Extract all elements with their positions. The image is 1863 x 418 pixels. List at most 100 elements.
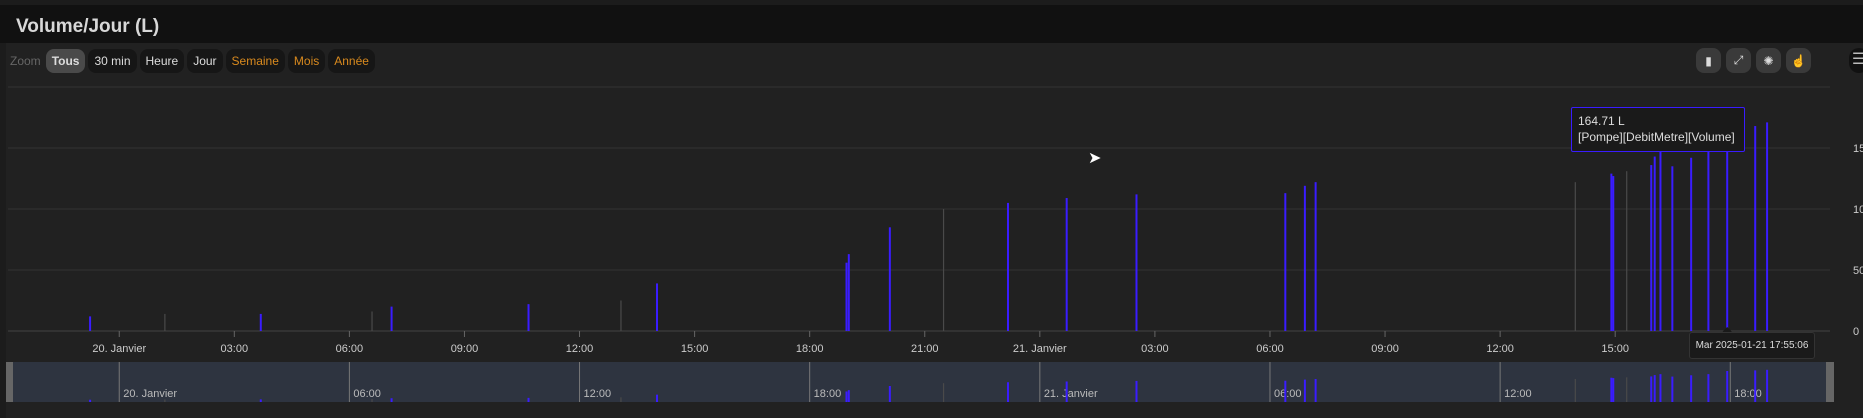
navigator-tick-label: 20. Janvier — [123, 388, 177, 400]
navigator-bar — [1610, 377, 1613, 402]
bar — [1650, 165, 1653, 331]
bar — [1690, 157, 1693, 331]
bar — [1707, 150, 1710, 331]
x-tick-label: 03:00 — [221, 343, 249, 355]
navigator-bar — [1006, 382, 1009, 402]
navigator-bar — [1612, 378, 1615, 402]
sun-icon[interactable]: ✺ — [1756, 48, 1781, 73]
bar — [1653, 156, 1656, 331]
x-tick-label: 15:00 — [1601, 343, 1629, 355]
ruler-icon[interactable]: ▮ — [1696, 48, 1721, 73]
x-tick-label: 03:00 — [1141, 343, 1169, 355]
bar — [1766, 122, 1769, 331]
navigator-bar — [847, 390, 850, 402]
zoom-bar: Zoom Tous 30 min Heure Jour Semaine Mois Année — [10, 49, 375, 73]
navigator-tick-label: 06:00 — [1274, 388, 1302, 400]
navigator-bar — [1754, 370, 1757, 402]
navigator-tick-label: 12:00 — [584, 388, 612, 400]
zoom-button-année[interactable]: Année — [328, 49, 375, 73]
x-tick-label: 21:00 — [911, 343, 939, 355]
bar — [1610, 173, 1613, 331]
navigator-bar — [390, 398, 393, 402]
x-tick-label: 15:00 — [681, 343, 709, 355]
navigator-bar — [942, 383, 945, 402]
navigator — [8, 362, 1832, 402]
y-tick-label: 0 L — [1853, 326, 1863, 338]
zoom-label: Zoom — [10, 54, 41, 68]
bar — [1726, 130, 1729, 331]
tooltip-value: 164.71 L — [1578, 114, 1625, 128]
navigator-handle-left[interactable] — [6, 362, 13, 402]
x-tick-label: 18:00 — [796, 343, 824, 355]
navigator-bar — [164, 399, 166, 402]
navigator-tick-label: 21. Janvier — [1044, 388, 1098, 400]
menu-icon[interactable]: ☰ — [1849, 48, 1863, 73]
navigator-tick-label: 06:00 — [353, 388, 381, 400]
navigator-bar — [1671, 376, 1674, 402]
bar — [888, 227, 891, 331]
bar — [371, 311, 373, 331]
zoom-button-semaine[interactable]: Semaine — [225, 49, 285, 73]
navigator-bar — [1626, 377, 1628, 402]
bar — [847, 254, 850, 331]
bar — [942, 209, 945, 331]
bar — [1006, 202, 1009, 331]
navigator-tick-label: 18:00 — [814, 388, 842, 400]
bar — [164, 313, 166, 331]
bar — [1754, 126, 1757, 331]
bar — [1574, 182, 1576, 331]
navigator-bar — [1574, 379, 1576, 402]
tooltip-series: [Pompe][DebitMetre][Volume] — [1578, 130, 1735, 144]
bar — [1065, 198, 1068, 331]
bar — [1626, 171, 1628, 331]
navigator-tick-label: 12:00 — [1504, 388, 1532, 400]
bar — [1671, 166, 1674, 331]
x-tick-label: 12:00 — [566, 343, 594, 355]
bar — [89, 316, 92, 331]
navigator-bar — [1766, 369, 1769, 402]
compress-icon[interactable]: ⤢ — [1726, 48, 1751, 73]
crosshair-label: Mar 2025-01-21 17:55:06 — [1689, 332, 1815, 359]
navigator-bar — [656, 394, 659, 402]
mouse-cursor-icon: ➤ — [1088, 150, 1102, 167]
hand-pointer-icon[interactable]: ☝ — [1786, 48, 1811, 73]
zoom-button-mois[interactable]: Mois — [287, 49, 326, 73]
bar — [1659, 150, 1662, 331]
navigator-bar — [1690, 375, 1693, 402]
navigator-bar — [1303, 379, 1306, 402]
y-tick-label: 100 — [1853, 204, 1863, 216]
navigator-bar — [845, 391, 848, 402]
navigator-bar — [1726, 370, 1729, 402]
navigator-bar — [259, 399, 262, 402]
bar — [1612, 176, 1615, 331]
y-tick-label: 50 — [1853, 265, 1863, 277]
navigator-bar — [1065, 381, 1068, 402]
bar — [390, 306, 393, 331]
navigator-bar — [1650, 376, 1653, 402]
bar — [1135, 194, 1138, 331]
zoom-button-jour[interactable]: Jour — [187, 49, 223, 73]
bar — [845, 262, 848, 331]
zoom-button-30-min[interactable]: 30 min — [88, 49, 137, 73]
bar — [1303, 185, 1306, 331]
navigator-bar — [527, 397, 530, 402]
x-tick-label: 06:00 — [1256, 343, 1284, 355]
navigator-bar — [1659, 374, 1662, 402]
zoom-button-tous[interactable]: Tous — [45, 49, 86, 73]
navigator-bar — [371, 398, 373, 402]
bar — [259, 313, 262, 331]
navigator-bar — [1314, 379, 1317, 402]
bar — [1314, 182, 1317, 331]
chart-toolbar: ▮ ⤢ ✺ ☝ — [1696, 48, 1811, 73]
zoom-button-heure[interactable]: Heure — [139, 49, 185, 73]
x-tick-label: 09:00 — [1371, 343, 1399, 355]
navigator-bar — [620, 397, 622, 402]
bar — [527, 304, 530, 331]
x-tick-label: 21. Janvier — [1013, 343, 1067, 355]
navigator-handle-right[interactable] — [1826, 362, 1834, 402]
bar — [656, 283, 659, 331]
navigator-bar — [888, 386, 891, 402]
navigator-tick-label: 18:00 — [1734, 388, 1762, 400]
bar — [1284, 193, 1287, 331]
tooltip: 164.71 L [Pompe][DebitMetre][Volume] — [1571, 107, 1745, 152]
